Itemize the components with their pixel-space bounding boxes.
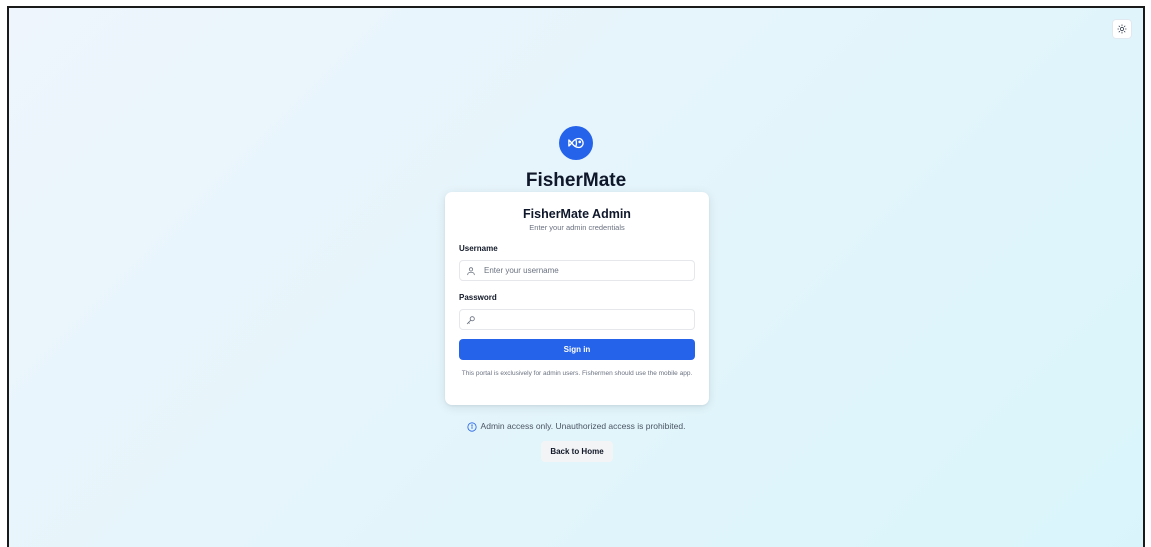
username-label: Username bbox=[459, 244, 498, 253]
password-field-wrapper bbox=[459, 309, 695, 330]
access-notice: Admin access only. Unauthorized access i… bbox=[9, 421, 1143, 432]
admin-only-note: This portal is exclusively for admin use… bbox=[461, 370, 693, 377]
access-notice-text: Admin access only. Unauthorized access i… bbox=[480, 421, 686, 431]
theme-toggle-button[interactable] bbox=[1112, 19, 1132, 39]
password-label: Password bbox=[459, 293, 497, 302]
info-icon bbox=[466, 421, 477, 432]
username-input[interactable] bbox=[484, 261, 690, 280]
username-field-wrapper bbox=[459, 260, 695, 281]
password-input[interactable] bbox=[484, 310, 690, 329]
user-icon bbox=[467, 267, 475, 276]
brand-logo bbox=[559, 126, 593, 160]
page-frame: FisherMate Admin Management System Fishe… bbox=[7, 6, 1145, 547]
login-card-title: FisherMate Admin bbox=[523, 207, 631, 221]
back-to-home-button[interactable]: Back to Home bbox=[541, 441, 613, 462]
brand-name: FisherMate bbox=[525, 170, 627, 191]
login-card-subtitle: Enter your admin credentials bbox=[529, 223, 625, 232]
key-icon bbox=[466, 316, 475, 325]
fish-icon bbox=[568, 137, 584, 149]
login-card: FisherMate Admin Enter your admin creden… bbox=[445, 192, 709, 405]
sign-in-button[interactable]: Sign in bbox=[459, 339, 695, 360]
sun-icon bbox=[1117, 24, 1127, 34]
